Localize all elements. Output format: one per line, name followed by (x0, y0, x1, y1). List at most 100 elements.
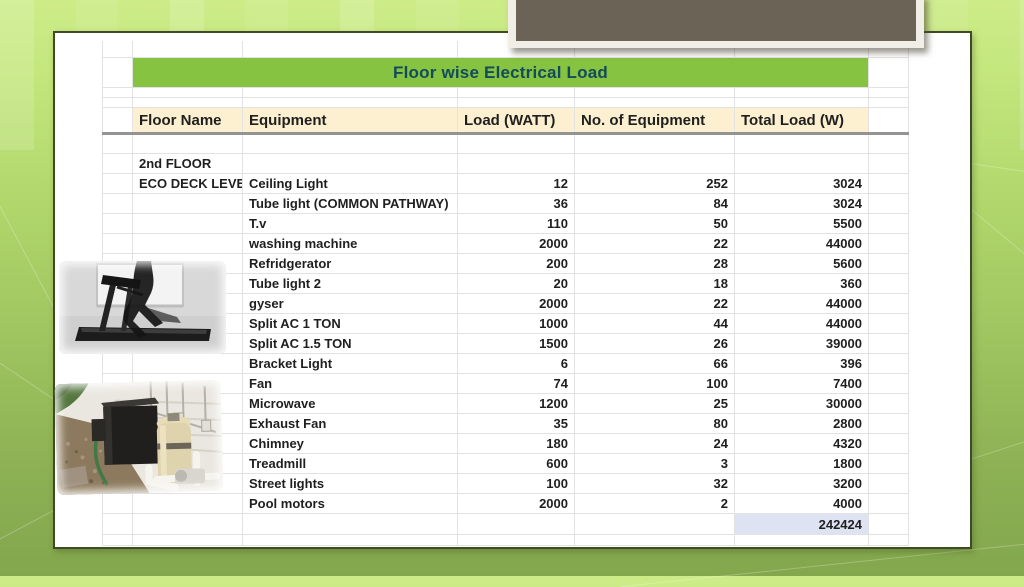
equipment-count-cell: 100 (575, 374, 735, 394)
pool-pump-photo-graphic (55, 380, 224, 495)
total-load-cell: 4320 (735, 434, 869, 454)
load-watt-cell: 600 (458, 454, 575, 474)
load-watt-cell: 74 (458, 374, 575, 394)
equipment-cell: Pool motors (243, 494, 458, 514)
total-load-cell: 3024 (735, 174, 869, 194)
total-load-cell: 396 (735, 354, 869, 374)
load-watt-cell: 100 (458, 474, 575, 494)
floor-name-cell (133, 194, 243, 214)
equipment-count-cell: 252 (575, 174, 735, 194)
load-watt-cell: 12 (458, 174, 575, 194)
background-vein-line (965, 204, 1024, 398)
equipment-count-cell: 22 (575, 234, 735, 254)
floor-name-cell: ECO DECK LEVEL (133, 174, 243, 194)
table-row: washing machine 2000 22 44000 (103, 234, 909, 254)
row-gutter-cell (869, 314, 909, 334)
equipment-cell: T.v (243, 214, 458, 234)
total-load-cell: 5600 (735, 254, 869, 274)
load-watt-cell: 180 (458, 434, 575, 454)
total-load-cell: 5500 (735, 214, 869, 234)
row-gutter-cell (869, 154, 909, 174)
equipment-cell: Tube light (COMMON PATHWAY) (243, 194, 458, 214)
load-watt-cell: 6 (458, 354, 575, 374)
row-gutter-cell (869, 234, 909, 254)
equipment-cell: Split AC 1.5 TON (243, 334, 458, 354)
treadmill-photo-graphic (59, 261, 226, 354)
grand-total-cell: 242424 (735, 514, 869, 535)
load-watt-cell (458, 154, 575, 174)
header-no-of-equipment: No. of Equipment (575, 108, 735, 134)
row-gutter-cell (869, 254, 909, 274)
load-watt-cell: 20 (458, 274, 575, 294)
equipment-count-cell: 80 (575, 414, 735, 434)
table-row: T.v 110 50 5500 (103, 214, 909, 234)
spacer-row (103, 88, 909, 98)
row-gutter-cell (103, 154, 133, 174)
equipment-cell: Treadmill (243, 454, 458, 474)
total-load-cell: 4000 (735, 494, 869, 514)
total-load-cell: 360 (735, 274, 869, 294)
table-row: Chimney 180 24 4320 (103, 434, 909, 454)
row-gutter-cell (103, 234, 133, 254)
equipment-count-cell: 66 (575, 354, 735, 374)
equipment-count-cell (575, 154, 735, 174)
grand-total-row: 242424 (103, 514, 909, 535)
total-load-cell: 1800 (735, 454, 869, 474)
load-watt-cell: 1200 (458, 394, 575, 414)
row-gutter-cell (869, 194, 909, 214)
title-banner-row: Floor wise Electrical Load (103, 58, 909, 88)
header-load-watt: Load (WATT) (458, 108, 575, 134)
row-gutter-cell (869, 414, 909, 434)
total-load-cell: 2800 (735, 414, 869, 434)
spacer-row (103, 134, 909, 154)
row-gutter-cell (103, 174, 133, 194)
table-row: Microwave 1200 25 30000 (103, 394, 909, 414)
equipment-count-cell: 32 (575, 474, 735, 494)
equipment-count-cell: 28 (575, 254, 735, 274)
total-load-cell: 3200 (735, 474, 869, 494)
equipment-count-cell: 24 (575, 434, 735, 454)
equipment-count-cell: 44 (575, 314, 735, 334)
row-gutter-cell (869, 174, 909, 194)
equipment-cell: Exhaust Fan (243, 414, 458, 434)
equipment-count-cell: 3 (575, 454, 735, 474)
floor-name-cell (133, 354, 243, 374)
equipment-cell: Refridgerator (243, 254, 458, 274)
pool-pump-equipment-photo (55, 380, 224, 495)
load-watt-cell: 2000 (458, 494, 575, 514)
equipment-cell: Bracket Light (243, 354, 458, 374)
total-load-cell: 44000 (735, 294, 869, 314)
row-gutter-cell (869, 434, 909, 454)
load-watt-cell: 35 (458, 414, 575, 434)
floor-name-cell (133, 494, 243, 514)
equipment-cell: gyser (243, 294, 458, 314)
row-gutter-cell (869, 374, 909, 394)
equipment-cell: Tube light 2 (243, 274, 458, 294)
load-watt-cell: 1500 (458, 334, 575, 354)
row-gutter-cell (869, 474, 909, 494)
load-watt-cell: 2000 (458, 234, 575, 254)
table-row: Treadmill 600 3 1800 (103, 454, 909, 474)
title-banner: Floor wise Electrical Load (133, 58, 869, 88)
equipment-cell: Fan (243, 374, 458, 394)
table-row: 2nd FLOOR (103, 154, 909, 174)
table-header-row: Floor Name Equipment Load (WATT) No. of … (103, 108, 909, 134)
equipment-cell: Microwave (243, 394, 458, 414)
row-gutter-cell (869, 334, 909, 354)
total-load-cell: 30000 (735, 394, 869, 414)
equipment-count-cell: 18 (575, 274, 735, 294)
total-load-cell: 39000 (735, 334, 869, 354)
header-equipment: Equipment (243, 108, 458, 134)
spacer-row (103, 535, 909, 546)
equipment-cell: Split AC 1 TON (243, 314, 458, 334)
row-gutter-cell (869, 494, 909, 514)
table-row: Exhaust Fan 35 80 2800 (103, 414, 909, 434)
header-total-load: Total Load (W) (735, 108, 869, 134)
equipment-cell: washing machine (243, 234, 458, 254)
table-row: Bracket Light 6 66 396 (103, 354, 909, 374)
table-row: Pool motors 2000 2 4000 (103, 494, 909, 514)
equipment-cell (243, 154, 458, 174)
equipment-cell: Chimney (243, 434, 458, 454)
equipment-count-cell: 2 (575, 494, 735, 514)
table-row: Tube light (COMMON PATHWAY) 36 84 3024 (103, 194, 909, 214)
